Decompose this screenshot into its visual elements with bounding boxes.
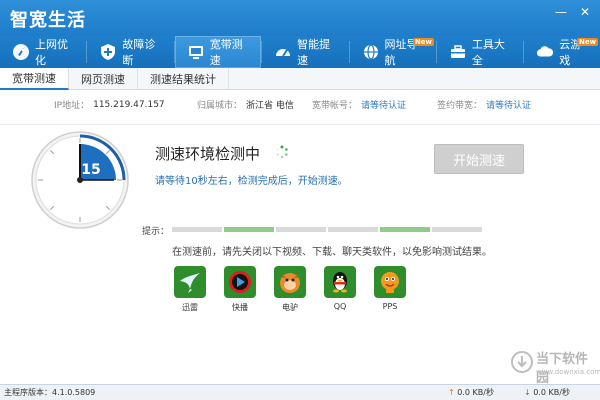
hint-label: 提示：: [142, 227, 170, 237]
nav-label: 上网优化: [35, 38, 68, 67]
stopwatch-dial: 15: [31, 131, 129, 229]
nav-item-diagnose[interactable]: 故障诊断: [87, 36, 173, 68]
monitor-icon: [187, 43, 205, 61]
new-badge: New: [577, 38, 599, 46]
ip-label: IP地址：: [54, 101, 90, 111]
close-apps-notice: 在测速前，请先关闭以下视频、下载、聊天类软件，以免影响测试结果。: [172, 247, 492, 258]
app-label: QQ: [333, 302, 347, 311]
contract-info: 签约带宽： 请等待认证: [437, 98, 531, 111]
nav-item-cloud-game[interactable]: 云游戏 New: [524, 36, 600, 68]
tab-broadband-speed[interactable]: 宽带测速: [0, 68, 69, 90]
progress-segment: [172, 227, 222, 232]
app-label: PPS: [382, 302, 398, 311]
app-pps: PPS: [372, 266, 408, 313]
dial-value: 15: [81, 162, 100, 178]
progress-segment: [432, 227, 482, 232]
minimize-button[interactable]: —: [552, 4, 570, 20]
progress-segment: [224, 227, 274, 232]
watermark-url: www.downxia.com: [536, 368, 600, 376]
nav-item-boost[interactable]: 智能提速: [262, 36, 348, 68]
tab-result-stats[interactable]: 测速结果统计: [138, 68, 229, 90]
app-title: 智宽生活: [10, 10, 86, 31]
nav-label: 工具大全: [471, 38, 505, 67]
account-info: 宽带帐号： 请等待认证: [312, 98, 406, 111]
city-value: 浙江省 电信: [246, 101, 294, 111]
app-emule: 电驴: [272, 266, 308, 313]
qvod-play-icon: [224, 266, 256, 298]
upload-speed-value: 0.0 KB/秒: [457, 388, 494, 397]
progress-segment: [380, 227, 430, 232]
download-arrow-icon: ↓: [524, 388, 531, 397]
qq-penguin-icon: [324, 266, 356, 298]
version-text: 主程序版本：4.1.0.5809: [4, 388, 96, 397]
toolbox-icon: [449, 43, 467, 61]
thunder-bird-icon: [174, 266, 206, 298]
contract-value[interactable]: 请等待认证: [486, 98, 531, 111]
account-value[interactable]: 请等待认证: [361, 98, 406, 111]
nav-item-navigation[interactable]: 网址导航 New: [350, 36, 436, 68]
close-button[interactable]: ✕: [576, 4, 594, 20]
status-bar: 主程序版本：4.1.0.5809 ↑ 0.0 KB/秒 ↓ 0.0 KB/秒: [0, 384, 600, 400]
city-info: 归属城市： 浙江省 电信: [197, 98, 294, 111]
watermark: 当下软件园 www.downxia.com: [510, 348, 600, 386]
watermark-logo-icon: [511, 351, 533, 373]
nav-label: 宽带测速: [209, 38, 243, 67]
cloud-icon: [536, 43, 554, 61]
emule-donkey-icon: [274, 266, 306, 298]
new-badge: New: [412, 38, 434, 46]
app-label: 迅雷: [182, 303, 198, 312]
globe-icon: [362, 43, 380, 61]
contract-label: 签约带宽：: [437, 101, 483, 111]
progress-segment: [328, 227, 378, 232]
watermark-title: 当下软件园: [536, 352, 589, 386]
sub-tabs: 宽带测速 网页测速 测速结果统计: [0, 68, 600, 90]
ip-info: IP地址： 115.219.47.157: [54, 98, 165, 112]
window-controls: — ✕: [552, 4, 594, 20]
app-label: 电驴: [282, 303, 298, 312]
upload-arrow-icon: ↑: [448, 388, 455, 397]
tab-web-speed[interactable]: 网页测速: [69, 68, 138, 90]
loading-spinner-icon: [276, 145, 288, 159]
nav-item-tools[interactable]: 工具大全: [437, 36, 523, 68]
rocket-icon: [12, 43, 30, 61]
nav-item-speedtest[interactable]: 宽带测速: [174, 36, 262, 68]
status-title: 测速环境检测中: [155, 145, 261, 163]
conflicting-apps: 迅雷 快播 电驴 QQ PPS: [172, 266, 408, 313]
nav-item-optimize[interactable]: 上网优化: [0, 36, 86, 68]
status-subtitle: 请等待10秒左右，检测完成后，开始测速。: [155, 176, 348, 187]
progress-segment: [276, 227, 326, 232]
network-info-row: IP地址： 115.219.47.157 归属城市： 浙江省 电信 宽带帐号： …: [0, 98, 600, 118]
nav-label: 故障诊断: [122, 38, 156, 67]
pps-mascot-icon: [374, 266, 406, 298]
download-speed-value: 0.0 KB/秒: [533, 388, 570, 397]
shield-plus-icon: [99, 43, 117, 61]
app-kuaibo: 快播: [222, 266, 258, 313]
main-nav: 上网优化 故障诊断 宽带测速 智能提速 网址导航 New 工具大全 云游戏 Ne…: [0, 36, 600, 68]
nav-label: 智能提速: [297, 38, 331, 67]
app-xunlei: 迅雷: [172, 266, 208, 313]
start-test-button[interactable]: 开始测速: [434, 144, 524, 174]
app-label: 快播: [232, 303, 248, 312]
ip-value: 115.219.47.157: [93, 99, 165, 110]
city-label: 归属城市：: [197, 101, 243, 111]
title-bar: 智宽生活 — ✕: [0, 0, 600, 36]
download-speed: ↓ 0.0 KB/秒: [524, 387, 570, 398]
app-qq: QQ: [322, 266, 358, 313]
speedometer-icon: [274, 43, 292, 61]
account-label: 宽带帐号：: [312, 101, 358, 111]
upload-speed: ↑ 0.0 KB/秒: [448, 387, 494, 398]
detection-progress: [172, 227, 482, 232]
